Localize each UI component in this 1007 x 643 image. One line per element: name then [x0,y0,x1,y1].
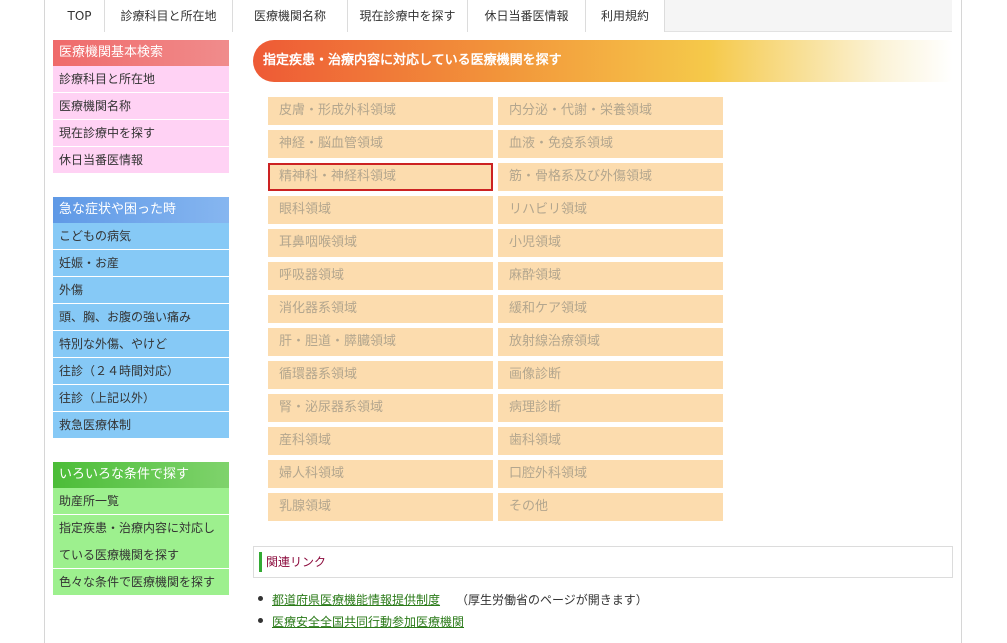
sidebar-item-department-location[interactable]: 診療科目と所在地 [53,66,229,93]
sidebar-item-open-now[interactable]: 現在診療中を探す [53,120,229,147]
category-kidney-urology[interactable]: 腎・泌尿器系領域 [268,394,493,422]
category-anesthesia[interactable]: 麻酔領域 [498,262,723,290]
sidebar-item-designated-disease[interactable]: 指定疾患・治療内容に対応している医療機関を探す [53,515,229,569]
category-psychiatry-selected[interactable]: 精神科・神経科領域 [268,163,493,191]
category-radiotherapy[interactable]: 放射線治療領域 [498,328,723,356]
category-other[interactable]: その他 [498,493,723,521]
nav-top[interactable]: TOP [55,0,105,32]
category-palliative[interactable]: 緩和ケア領域 [498,295,723,323]
sidebar-conditions: いろいろな条件で探す 助産所一覧 指定疾患・治療内容に対応している医療機関を探す… [53,462,229,596]
sidebar-item-trauma[interactable]: 外傷 [53,277,229,304]
sidebar-item-various-conditions[interactable]: 色々な条件で医療機関を探す [53,569,229,596]
category-rehabilitation[interactable]: リハビリ領域 [498,196,723,224]
category-skin-plastic[interactable]: 皮膚・形成外科領域 [268,97,493,125]
category-dentistry[interactable]: 歯科領域 [498,427,723,455]
list-item: 医療安全全国共同行動参加医療機関 [258,612,948,634]
category-blood-immune[interactable]: 血液・免疫系領域 [498,130,723,158]
sidebar-emergency: 急な症状や困った時 こどもの病気 妊娠・お産 外傷 頭、胸、お腹の強い痛み 特別… [53,197,229,439]
category-ent[interactable]: 耳鼻咽喉領域 [268,229,493,257]
sidebar-item-holiday-duty[interactable]: 休日当番医情報 [53,147,229,174]
sidebar-conditions-title: いろいろな条件で探す [53,462,229,488]
category-gynecology[interactable]: 婦人科領域 [268,460,493,488]
sidebar-item-midwife-list[interactable]: 助産所一覧 [53,488,229,515]
category-obstetrics[interactable]: 産科領域 [268,427,493,455]
link-medical-safety-action[interactable]: 医療安全全国共同行動参加医療機関 [272,615,464,629]
category-musculoskeletal[interactable]: 筋・骨格系及び外傷領域 [498,163,723,191]
category-endocrine[interactable]: 内分泌・代謝・栄養領域 [498,97,723,125]
category-breast[interactable]: 乳腺領域 [268,493,493,521]
page-title-banner: 指定疾患・治療内容に対応している医療機関を探す [253,40,953,82]
bullet-icon [258,618,263,623]
link-note: （厚生労働省のページが開きます） [456,593,648,607]
nav-holiday-duty[interactable]: 休日当番医情報 [468,0,586,32]
nav-department-location[interactable]: 診療科目と所在地 [105,0,233,32]
sidebar-basic-search: 医療機関基本検索 診療科目と所在地 医療機関名称 現在診療中を探す 休日当番医情… [53,40,229,174]
list-item: 都道府県医療機能情報提供制度 （厚生労働省のページが開きます） [258,590,948,612]
sidebar-item-institution-name[interactable]: 医療機関名称 [53,93,229,120]
category-neuro-cerebrovascular[interactable]: 神経・脳血管領域 [268,130,493,158]
bullet-icon [258,596,263,601]
sidebar-item-house-call-24h[interactable]: 往診（２４時間対応） [53,358,229,385]
category-imaging[interactable]: 画像診断 [498,361,723,389]
category-oral-surgery[interactable]: 口腔外科領域 [498,460,723,488]
category-circulatory[interactable]: 循環器系領域 [268,361,493,389]
sidebar-item-child-illness[interactable]: こどもの病気 [53,223,229,250]
category-digestive[interactable]: 消化器系領域 [268,295,493,323]
nav-terms[interactable]: 利用規約 [586,0,665,32]
sidebar-item-pregnancy[interactable]: 妊娠・お産 [53,250,229,277]
sidebar-item-house-call-other[interactable]: 往診（上記以外） [53,385,229,412]
sidebar-emergency-title: 急な症状や困った時 [53,197,229,223]
category-liver-biliary-pancreas[interactable]: 肝・胆道・膵臓領域 [268,328,493,356]
sidebar-item-emergency-system[interactable]: 救急医療体制 [53,412,229,439]
category-ophthalmology[interactable]: 眼科領域 [268,196,493,224]
related-links-list: 都道府県医療機能情報提供制度 （厚生労働省のページが開きます） 医療安全全国共同行… [258,590,948,634]
related-links-header: 関連リンク [253,546,953,578]
nav-institution-name[interactable]: 医療機関名称 [233,0,348,32]
sidebar-item-severe-pain[interactable]: 頭、胸、お腹の強い痛み [53,304,229,331]
category-pathology[interactable]: 病理診断 [498,394,723,422]
link-prefectural-info-system[interactable]: 都道府県医療機能情報提供制度 [272,593,440,607]
nav-open-now[interactable]: 現在診療中を探す [348,0,468,32]
related-links-accent-bar [259,552,262,572]
sidebar-basic-title: 医療機関基本検索 [53,40,229,66]
sidebar-item-special-injury[interactable]: 特別な外傷、やけど [53,331,229,358]
top-nav: TOP 診療科目と所在地 医療機関名称 現在診療中を探す 休日当番医情報 利用規… [55,0,952,32]
category-pediatrics[interactable]: 小児領域 [498,229,723,257]
category-respiratory[interactable]: 呼吸器領域 [268,262,493,290]
related-links-title: 関連リンク [266,555,327,569]
